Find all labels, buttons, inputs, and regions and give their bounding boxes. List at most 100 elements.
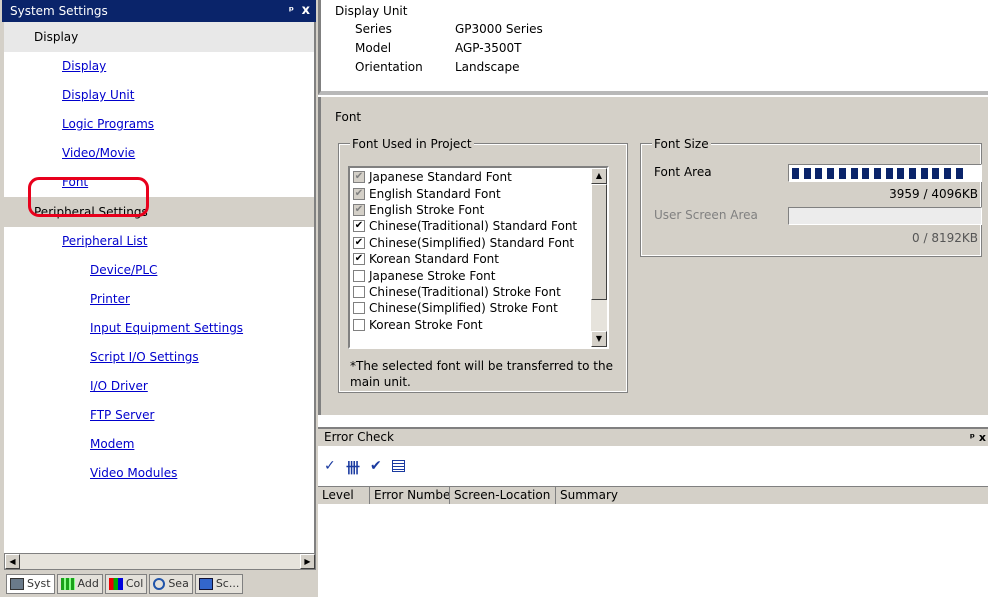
section-header-display: Display [4,22,314,52]
error-table-header: Level Error Numbe Screen-Location Summar… [318,486,988,504]
scroll-thumb[interactable] [591,184,607,300]
font-label: English Stroke Font [369,202,485,217]
tab-search[interactable]: Sea [149,574,193,594]
system-settings-titlebar: System Settings ᵖ x [2,0,316,22]
progress-segment [885,168,893,179]
font-area-label: Font Area [654,165,712,179]
font-checkbox[interactable] [353,318,365,331]
tree-item-peripheral-list[interactable]: Peripheral List [4,227,314,256]
font-list-item[interactable]: ✔ Korean Standard Font [350,251,590,267]
display-unit-info: Display Unit Series GP3000 Series Model … [318,0,988,95]
scroll-down-arrow-icon[interactable]: ▼ [591,331,607,347]
tree-item-ftp-server[interactable]: FTP Server [4,401,314,430]
font-list-item[interactable]: Korean Stroke Font [350,317,590,333]
list-icon[interactable] [392,460,405,472]
column-error-number[interactable]: Error Numbe [370,487,450,504]
color-icon [108,578,123,590]
font-checkbox: ✔ [353,187,365,200]
progress-segment [827,168,835,179]
font-checkbox: ✔ [353,203,365,216]
tree-item-input-equipment[interactable]: Input Equipment Settings [4,314,314,343]
note-line-1: *The selected font will be transferred t… [350,359,613,373]
progress-segment [850,168,858,179]
error-check-title: Error Check [324,430,394,444]
column-screen-location[interactable]: Screen-Location [450,487,556,504]
screen-list-icon [198,578,213,590]
progress-segment [909,168,916,179]
progress-segment [792,168,799,179]
tab-screen-list[interactable]: Sc... [194,574,244,594]
font-label: Chinese(Traditional) Stroke Font [369,284,561,299]
tree-item-display-unit[interactable]: Display Unit [4,81,314,110]
progress-segment [920,168,928,179]
tree-item-video-modules[interactable]: Video Modules [4,459,314,488]
pin-icon[interactable]: ᵖ [289,0,294,22]
font-label: Chinese(Traditional) Standard Font [369,219,578,234]
progress-segment [955,168,963,179]
check-edit-icon[interactable]: ✔ [370,458,382,474]
font-label: Japanese Stroke Font [369,268,496,283]
tab-label: Syst [27,577,51,590]
tab-label: Sea [168,577,189,590]
tree-item-printer[interactable]: Printer [4,285,314,314]
note-line-2: main unit. [350,375,411,389]
system-settings-title: System Settings [10,4,108,18]
font-label: Japanese Standard Font [369,170,512,185]
font-label: Chinese(Simplified) Standard Font [369,235,575,250]
column-level[interactable]: Level [318,487,370,504]
address-icon [60,578,75,590]
font-checkbox[interactable] [353,302,365,315]
error-check-titlebar: Error Check ᵖ x [318,427,988,446]
settings-tree: Display Display Display Unit Logic Progr… [4,22,316,570]
tree-item-modem[interactable]: Modem [4,430,314,459]
tree-item-device-plc[interactable]: Device/PLC [4,256,314,285]
tree-item-video-movie[interactable]: Video/Movie [4,139,314,168]
font-list-item[interactable]: Chinese(Traditional) Stroke Font [350,284,590,300]
font-list-item[interactable]: ✔ Chinese(Simplified) Standard Font [350,235,590,251]
system-settings-panel: System Settings ᵖ x Display Display Disp… [0,0,318,597]
progress-segment [803,168,811,179]
font-checkbox: ✔ [353,171,365,184]
font-list-item[interactable]: ✔ English Standard Font [350,185,590,201]
tab-system-settings[interactable]: Syst [6,574,55,594]
scroll-up-arrow-icon[interactable]: ▲ [591,168,607,184]
font-list-item[interactable]: ✔ Chinese(Traditional) Standard Font [350,218,590,234]
font-list-item[interactable]: Chinese(Simplified) Stroke Font [350,300,590,316]
tab-color[interactable]: Col [104,574,148,594]
user-screen-label: User Screen Area [654,208,758,222]
system-settings-icon [10,578,24,590]
check-icon[interactable]: 卌 [346,458,360,478]
close-icon[interactable]: x [302,0,310,22]
user-screen-progress-bar [788,207,982,225]
check-all-icon[interactable]: ✓ [324,458,336,474]
tab-label: Col [125,577,144,590]
font-list-scrollbar[interactable]: ▲ ▼ [591,168,607,347]
column-summary[interactable]: Summary [556,487,636,504]
tree-horizontal-scrollbar[interactable]: ◀ ▶ [4,553,316,570]
font-checkbox[interactable] [353,269,365,282]
scroll-left-arrow-icon[interactable]: ◀ [5,554,20,569]
left-panel-tabs: Syst Add Col Sea Sc... [4,572,316,597]
font-checkbox[interactable]: ✔ [353,253,365,266]
error-check-pin-icon[interactable]: ᵖ x [970,429,986,446]
font-label: Korean Standard Font [369,252,499,267]
font-used-group-title: Font Used in Project [350,137,474,151]
scroll-right-arrow-icon[interactable]: ▶ [300,554,315,569]
tree-item-display[interactable]: Display [4,52,314,81]
tree-item-script-io[interactable]: Script I/O Settings [4,343,314,372]
progress-segment [873,168,881,179]
font-area-value: 3959 / 4096KB [889,187,978,201]
font-list-box[interactable]: ✔ Japanese Standard Font ✔ English Standard… [348,166,609,349]
model-value: AGP-3500T [455,41,522,55]
tab-address[interactable]: Add [56,574,103,594]
font-checkbox[interactable] [353,285,365,298]
progress-segment [862,168,870,179]
font-list-item[interactable]: Japanese Stroke Font [350,267,590,283]
progress-segment [815,168,823,179]
tree-item-io-driver[interactable]: I/O Driver [4,372,314,401]
font-checkbox[interactable]: ✔ [353,236,365,249]
tree-item-logic-programs[interactable]: Logic Programs [4,110,314,139]
font-list-item[interactable]: ✔ English Stroke Font [350,202,590,218]
font-checkbox[interactable]: ✔ [353,220,365,233]
font-list-item[interactable]: ✔ Japanese Standard Font [350,169,590,185]
